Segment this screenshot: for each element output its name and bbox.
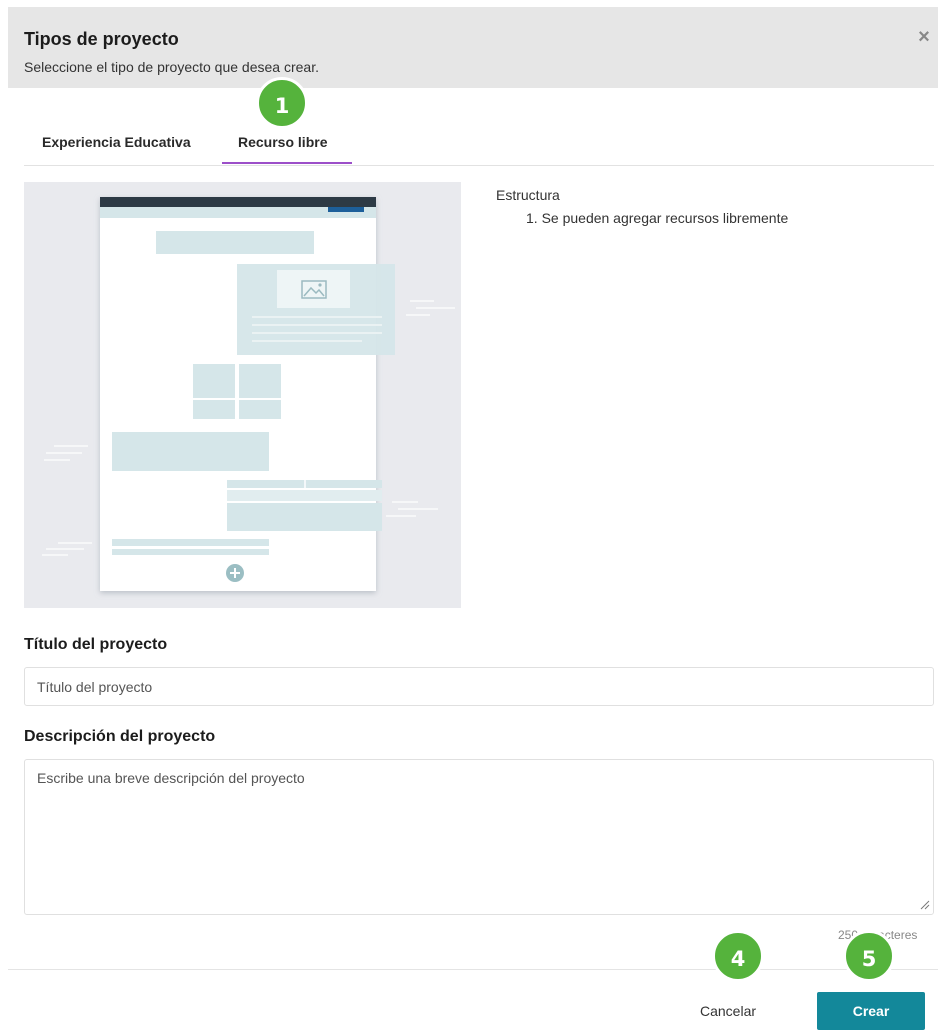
layout-preview-image [24, 182, 461, 608]
project-description-textarea[interactable] [24, 759, 934, 915]
step-badge-4: 4 [712, 930, 764, 982]
project-title-label: Título del proyecto [24, 636, 168, 653]
footer-divider [8, 969, 938, 970]
active-tab-indicator [222, 162, 352, 164]
page-layout-illustration [42, 197, 455, 591]
project-description-label: Descripción del proyecto [24, 728, 216, 745]
step-badge-1: 1 [256, 77, 308, 129]
tab-experiencia-educativa[interactable]: Experiencia Educativa [42, 134, 191, 150]
structure-panel: Estructura 1. Se pueden agregar recursos… [496, 187, 788, 226]
create-button[interactable]: Crear [817, 992, 925, 1030]
add-icon [226, 564, 244, 582]
tab-recurso-libre[interactable]: Recurso libre [238, 134, 327, 150]
cancel-button[interactable]: Cancelar [700, 1003, 756, 1019]
dialog-header: Tipos de proyecto Seleccione el tipo de … [8, 7, 938, 88]
structure-heading: Estructura [496, 187, 560, 203]
dialog-title: Tipos de proyecto [24, 29, 179, 49]
structure-item: 1. Se pueden agregar recursos libremente [526, 210, 789, 226]
project-title-input[interactable] [24, 667, 934, 706]
close-icon[interactable]: × [914, 27, 934, 47]
dialog-subtitle: Seleccione el tipo de proyecto que desea… [24, 59, 319, 75]
resize-handle-icon[interactable] [918, 898, 930, 910]
step-badge-5: 5 [843, 930, 895, 982]
project-type-tabs: Experiencia Educativa Recurso libre [24, 118, 934, 166]
